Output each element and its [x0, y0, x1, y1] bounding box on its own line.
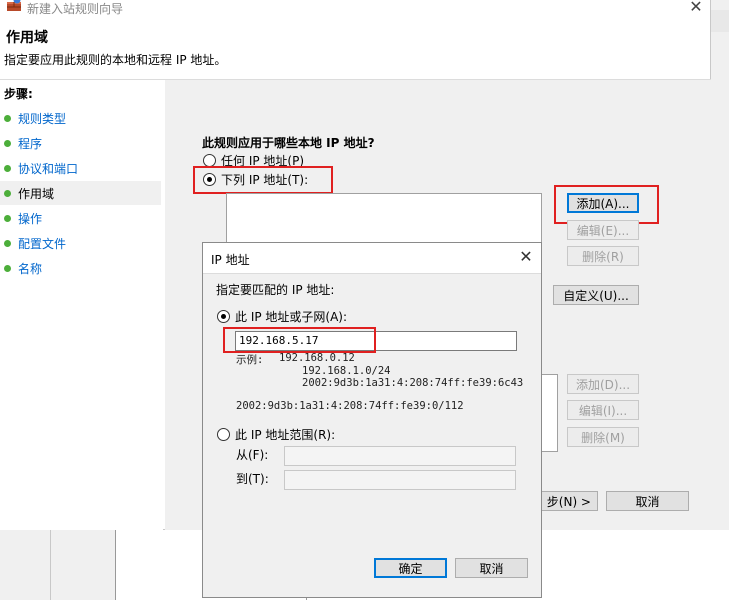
close-icon[interactable]: ✕: [686, 0, 706, 16]
dialog-divider: [203, 273, 541, 274]
edit-button[interactable]: 编辑(E)...: [567, 220, 639, 240]
delete-remote-button[interactable]: 删除(M): [567, 427, 639, 447]
add-button[interactable]: 添加(A)...: [567, 193, 639, 213]
example-value: 192.168.1.0/24: [302, 365, 391, 377]
these-ip-radio[interactable]: [203, 173, 216, 186]
page-title: 作用域: [6, 30, 48, 46]
title-bar: 新建入站规则向导 ✕: [0, 0, 711, 18]
step-profile[interactable]: 配置文件: [0, 231, 161, 255]
steps-pane: 步骤: 规则类型 程序 协议和端口 作用域 操作 配置文件 名称: [0, 80, 163, 530]
dialog-prompt: 指定要匹配的 IP 地址:: [216, 283, 335, 297]
steps-title: 步骤:: [4, 87, 33, 101]
window-title: 新建入站规则向导: [27, 2, 124, 16]
step-rule-type[interactable]: 规则类型: [0, 106, 161, 130]
from-label: 从(F):: [236, 448, 269, 462]
delete-button[interactable]: 删除(R): [567, 246, 639, 266]
local-ip-question: 此规则应用于哪些本地 IP 地址?: [202, 136, 375, 150]
step-program[interactable]: 程序: [0, 131, 161, 155]
step-label: 协议和端口: [18, 161, 79, 176]
example-value: 2002:9d3b:1a31:4:208:74ff:fe39:0/112: [236, 400, 464, 412]
firewall-app-icon: [7, 0, 21, 11]
any-ip-label: 任何 IP 地址(P): [221, 154, 305, 168]
single-ip-radio[interactable]: [217, 310, 230, 323]
cancel-button[interactable]: 取消: [606, 491, 689, 511]
step-label: 规则类型: [18, 111, 67, 126]
step-scope[interactable]: 作用域: [0, 181, 161, 205]
ip-address-input[interactable]: 192.168.5.17: [235, 331, 517, 351]
step-name[interactable]: 名称: [0, 256, 161, 280]
ip-range-radio[interactable]: [217, 428, 230, 441]
step-label: 操作: [18, 211, 43, 226]
to-label: 到(T):: [236, 472, 269, 486]
step-label: 程序: [18, 136, 43, 151]
these-ip-label: 下列 IP 地址(T):: [221, 173, 309, 187]
step-protocol-port[interactable]: 协议和端口: [0, 156, 161, 180]
step-dot-icon: [4, 239, 11, 247]
background-toolbar-strip: [711, 10, 729, 32]
range-to-input[interactable]: [284, 470, 516, 490]
step-label: 名称: [18, 261, 43, 276]
customize-button[interactable]: 自定义(U)...: [553, 285, 639, 305]
step-action[interactable]: 操作: [0, 206, 161, 230]
ok-button[interactable]: 确定: [374, 558, 447, 578]
step-label: 配置文件: [18, 236, 67, 251]
ip-address-dialog: IP 地址 ✕ 指定要匹配的 IP 地址: 此 IP 地址或子网(A): 192…: [202, 242, 542, 598]
dialog-title: IP 地址: [211, 253, 250, 267]
step-dot-icon: [4, 114, 11, 122]
dialog-cancel-button[interactable]: 取消: [455, 558, 528, 578]
step-dot-icon: [4, 264, 11, 272]
page-description: 指定要应用此规则的本地和远程 IP 地址。: [4, 53, 227, 67]
add-remote-button[interactable]: 添加(D)...: [567, 374, 639, 394]
step-label: 作用域: [18, 186, 55, 201]
range-from-input[interactable]: [284, 446, 516, 466]
remote-ip-list[interactable]: [542, 374, 558, 452]
close-icon[interactable]: ✕: [517, 248, 535, 266]
any-ip-radio-row[interactable]: 任何 IP 地址(P): [203, 152, 304, 169]
step-dot-icon: [4, 139, 11, 147]
example-value: 192.168.0.12: [279, 352, 355, 364]
background-panel: [0, 530, 116, 600]
these-ip-radio-row[interactable]: 下列 IP 地址(T):: [203, 171, 308, 188]
single-ip-radio-row[interactable]: 此 IP 地址或子网(A):: [217, 308, 347, 325]
step-dot-icon: [4, 214, 11, 222]
step-dot-icon: [4, 189, 11, 197]
any-ip-radio[interactable]: [203, 154, 216, 167]
ip-range-radio-row[interactable]: 此 IP 地址范围(R):: [217, 426, 335, 443]
example-label: 示例:: [236, 354, 264, 366]
single-ip-label: 此 IP 地址或子网(A):: [235, 310, 348, 324]
step-dot-icon: [4, 164, 11, 172]
example-value: 2002:9d3b:1a31:4:208:74ff:fe39:6c43: [302, 377, 524, 389]
background-divider: [50, 530, 51, 600]
ip-range-label: 此 IP 地址范围(R):: [235, 428, 336, 442]
edit-remote-button[interactable]: 编辑(I)...: [567, 400, 639, 420]
dialog-title-bar: IP 地址 ✕: [203, 243, 541, 273]
